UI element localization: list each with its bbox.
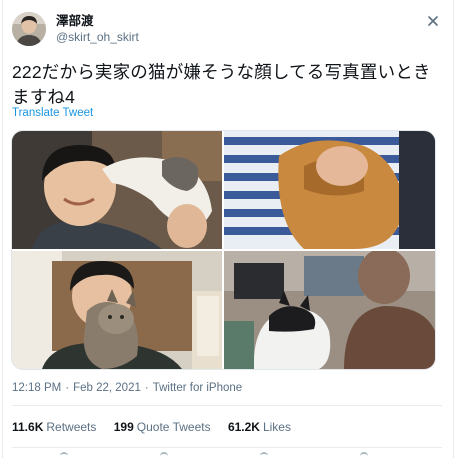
likes-label: Likes <box>262 420 291 434</box>
meta-separator: · <box>144 382 149 394</box>
divider <box>12 447 442 448</box>
tweet-source[interactable]: Twitter for iPhone <box>153 382 242 394</box>
retweets-stat[interactable]: 11.6K Retweets <box>12 420 96 434</box>
likes-stat[interactable]: 61.2K Likes <box>228 420 291 434</box>
tweet-meta: 12:18 PM · Feb 22, 2021 · Twitter for iPhone <box>12 382 242 394</box>
photo-2[interactable] <box>224 131 435 249</box>
quotes-count: 199 <box>113 420 134 434</box>
more-icon[interactable] <box>424 14 442 28</box>
share-icon[interactable] <box>360 452 368 460</box>
media-grid <box>11 130 436 370</box>
photo-4[interactable] <box>224 251 435 369</box>
tweet-text: 222だから実家の猫が嫌そうな顔してる写真置いときますね4 <box>12 62 431 107</box>
likes-count: 61.2K <box>227 420 260 434</box>
meta-separator: · <box>65 382 70 394</box>
photo-1[interactable] <box>12 131 222 249</box>
display-name[interactable]: 澤部渡 <box>56 13 139 29</box>
tweet-header: 澤部渡 @skirt_oh_skirt <box>12 12 442 48</box>
tweet-time[interactable]: 12:18 PM <box>12 382 61 394</box>
retweets-count: 11.6K <box>12 420 44 434</box>
avatar[interactable] <box>12 12 46 46</box>
quotes-label: Quote Tweets <box>136 420 211 434</box>
retweet-icon[interactable] <box>160 452 168 460</box>
translate-tweet-link[interactable]: Translate Tweet <box>12 107 93 119</box>
divider <box>12 405 442 406</box>
photo-3[interactable] <box>12 251 222 369</box>
like-icon[interactable] <box>260 452 268 460</box>
reply-icon[interactable] <box>60 452 68 460</box>
quote-tweets-stat[interactable]: 199 Quote Tweets <box>114 420 211 434</box>
frame-border-left <box>2 0 3 458</box>
frame-border-right <box>453 0 454 458</box>
retweets-label: Retweets <box>46 420 97 434</box>
action-bar <box>60 452 390 458</box>
tweet-date[interactable]: Feb 22, 2021 <box>73 382 141 394</box>
user-handle[interactable]: @skirt_oh_skirt <box>56 29 139 45</box>
tweet-stats: 11.6K Retweets 199 Quote Tweets 61.2K Likes <box>12 420 305 434</box>
